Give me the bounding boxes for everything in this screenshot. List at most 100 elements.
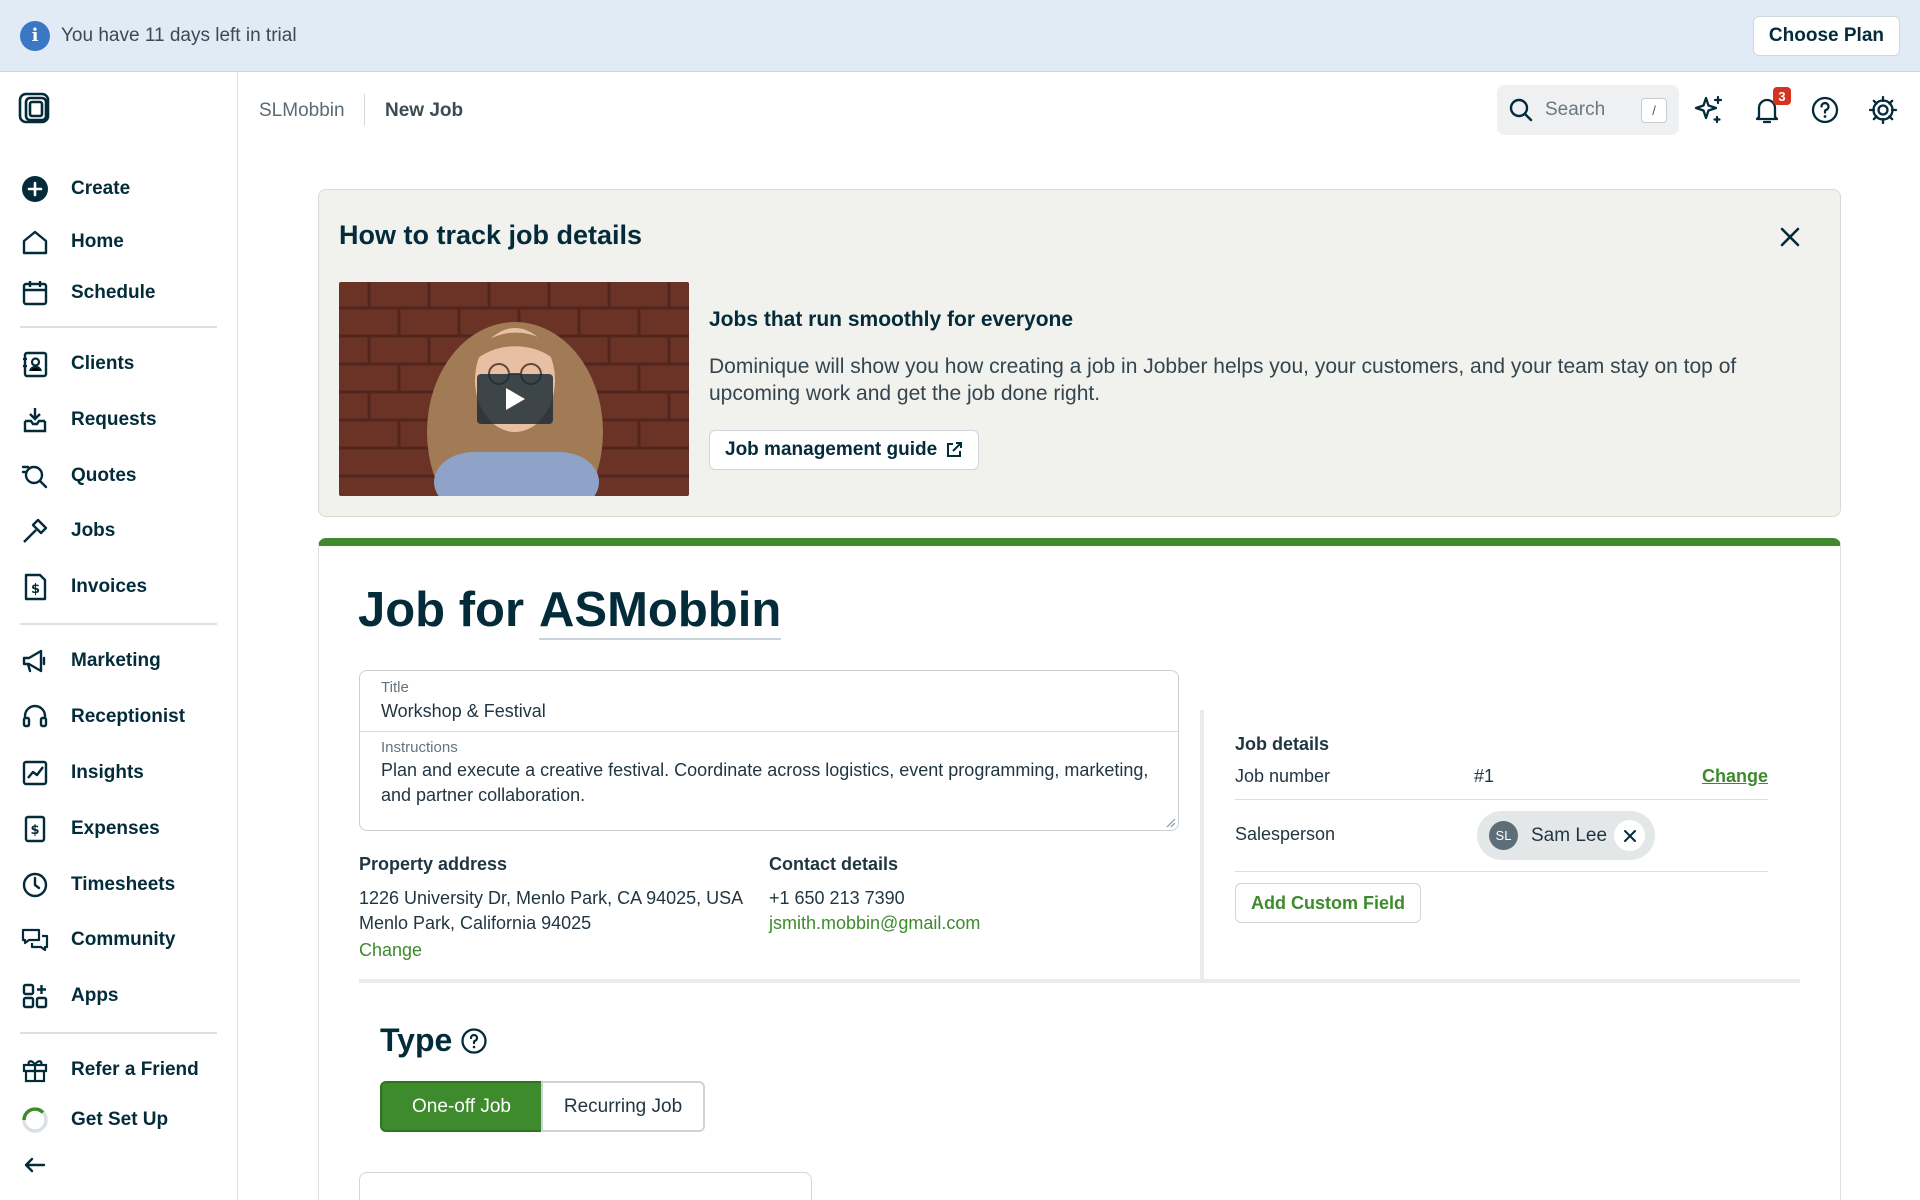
play-icon	[506, 388, 525, 410]
salesperson-label: Salesperson	[1235, 824, 1336, 844]
megaphone-icon	[22, 649, 46, 673]
sidebar-item-label: Insights	[71, 762, 144, 783]
info-card-title: How to track job details	[339, 220, 643, 250]
svg-text:$: $	[30, 823, 39, 838]
jobber-logo-icon[interactable]	[18, 92, 52, 126]
chart-icon	[22, 760, 48, 786]
sidebar-item-receptionist[interactable]: Receptionist	[20, 697, 220, 737]
settings-gear-icon[interactable]	[1866, 93, 1900, 127]
plus-circle-icon	[22, 176, 48, 202]
row-divider	[1235, 871, 1768, 872]
job-title-prefix: Job for	[358, 583, 525, 637]
sidebar-item-create[interactable]: Create	[20, 169, 220, 209]
title-instructions-fields: Title Workshop & Festival Instructions P…	[359, 670, 1179, 831]
collapse-sidebar-icon[interactable]	[20, 1150, 50, 1180]
sidebar-item-quotes[interactable]: Quotes	[20, 456, 220, 496]
info-card-body: Dominique will show you how creating a j…	[709, 355, 1737, 405]
progress-ring-icon	[22, 1107, 48, 1133]
sidebar-item-label: Invoices	[71, 576, 148, 597]
change-property-link[interactable]: Change	[359, 938, 422, 963]
hammer-icon	[23, 518, 48, 543]
guide-button-label: Job management guide	[725, 439, 938, 460]
title-field[interactable]: Workshop & Festival	[381, 699, 546, 724]
sparkle-ai-icon[interactable]	[1692, 93, 1726, 127]
close-icon[interactable]	[1776, 223, 1804, 251]
sidebar-item-label: Apps	[71, 985, 119, 1006]
sidebar-item-label: Clients	[71, 353, 135, 374]
sidebar-item-label: Receptionist	[71, 706, 186, 727]
sidebar-item-label: Requests	[71, 409, 157, 430]
sidebar-item-apps[interactable]: Apps	[20, 976, 220, 1016]
sidebar-item-jobs[interactable]: Jobs	[20, 511, 220, 551]
search-shortcut-key: /	[1641, 98, 1667, 123]
sidebar-item-refer-a-friend[interactable]: Refer a Friend	[20, 1050, 220, 1090]
play-button[interactable]	[477, 374, 553, 424]
info-card-heading: Jobs that run smoothly for everyone	[709, 308, 1074, 331]
sidebar-item-invoices[interactable]: $ Invoices	[20, 567, 220, 607]
breadcrumb-current-page: New Job	[385, 100, 464, 121]
job-management-guide-button[interactable]: Job management guide	[709, 430, 980, 470]
breadcrumb-account[interactable]: SLMobbin	[259, 100, 345, 122]
inbox-download-icon	[23, 408, 47, 433]
help-icon[interactable]	[460, 1027, 488, 1055]
how-to-track-card: How to track job details Jobs that run s	[318, 189, 1841, 517]
svg-text:$: $	[31, 582, 40, 597]
change-job-number-link[interactable]: Change	[1702, 766, 1768, 787]
sidebar-item-schedule[interactable]: Schedule	[20, 273, 220, 313]
section-divider	[359, 979, 1800, 983]
sidebar-item-label: Community	[71, 929, 176, 950]
row-divider	[1235, 799, 1768, 800]
gift-icon	[22, 1060, 48, 1083]
tutorial-video-thumbnail[interactable]	[339, 282, 689, 496]
search-icon	[1509, 98, 1533, 122]
calendar-icon	[22, 281, 48, 306]
sidebar-item-clients[interactable]: Clients	[20, 344, 220, 384]
field-divider	[360, 731, 1178, 732]
breadcrumb-divider	[364, 94, 365, 126]
search-input[interactable]: Search /	[1497, 85, 1679, 135]
instructions-field[interactable]: Plan and execute a creative festival. Co…	[381, 758, 1171, 808]
external-link-icon	[947, 442, 963, 457]
sidebar-item-label: Schedule	[71, 282, 156, 303]
sidebar-item-label: Get Set Up	[71, 1109, 169, 1130]
sidebar-item-marketing[interactable]: Marketing	[20, 641, 220, 681]
type-title-text: Type	[380, 1022, 453, 1058]
resize-handle-icon[interactable]	[1166, 818, 1176, 828]
job-details-heading: Job details	[1235, 734, 1330, 754]
sidebar-item-requests[interactable]: Requests	[20, 400, 220, 440]
client-name-link[interactable]: ASMobbin	[539, 583, 782, 640]
sidebar-item-expenses[interactable]: $ Expenses	[20, 809, 220, 849]
choose-plan-button[interactable]: Choose Plan	[1752, 16, 1900, 56]
section-divider	[1200, 710, 1204, 980]
apps-grid-icon	[22, 983, 48, 1009]
sidebar-item-home[interactable]: Home	[20, 222, 220, 262]
sidebar-item-label: Home	[71, 231, 124, 252]
sidebar-divider	[20, 1032, 217, 1034]
address-book-icon	[23, 351, 48, 378]
trial-banner: i You have 11 days left in trial Choose …	[0, 0, 1920, 72]
add-custom-field-button[interactable]: Add Custom Field	[1235, 883, 1421, 923]
home-icon	[22, 230, 48, 255]
sidebar-item-timesheets[interactable]: Timesheets	[20, 865, 220, 905]
property-address-line2: Menlo Park, California 94025	[359, 913, 592, 933]
sidebar-item-label: Jobs	[71, 520, 116, 541]
title-field-label: Title	[381, 679, 409, 696]
receipt-icon: $	[24, 815, 46, 843]
contact-email-link[interactable]: jsmith.mobbin@gmail.com	[769, 911, 980, 936]
one-off-job-option[interactable]: One-off Job	[380, 1081, 543, 1132]
recurring-job-option[interactable]: Recurring Job	[541, 1081, 705, 1132]
clock-icon	[22, 872, 48, 898]
info-icon: i	[20, 20, 50, 51]
sidebar-item-community[interactable]: Community	[20, 920, 220, 960]
remove-salesperson-button[interactable]	[1614, 820, 1645, 851]
schedule-panel	[359, 1172, 812, 1200]
search-placeholder: Search	[1545, 99, 1606, 120]
sidebar-item-label: Timesheets	[71, 874, 176, 895]
type-section-title: Type	[380, 1022, 488, 1059]
sidebar-item-get-set-up[interactable]: Get Set Up	[20, 1100, 220, 1140]
salesperson-chip[interactable]: SL Sam Lee	[1477, 811, 1655, 860]
help-icon[interactable]	[1808, 93, 1842, 127]
sidebar-item-insights[interactable]: Insights	[20, 753, 220, 793]
avatar: SL	[1489, 821, 1518, 850]
job-number-value: #1	[1474, 766, 1495, 786]
